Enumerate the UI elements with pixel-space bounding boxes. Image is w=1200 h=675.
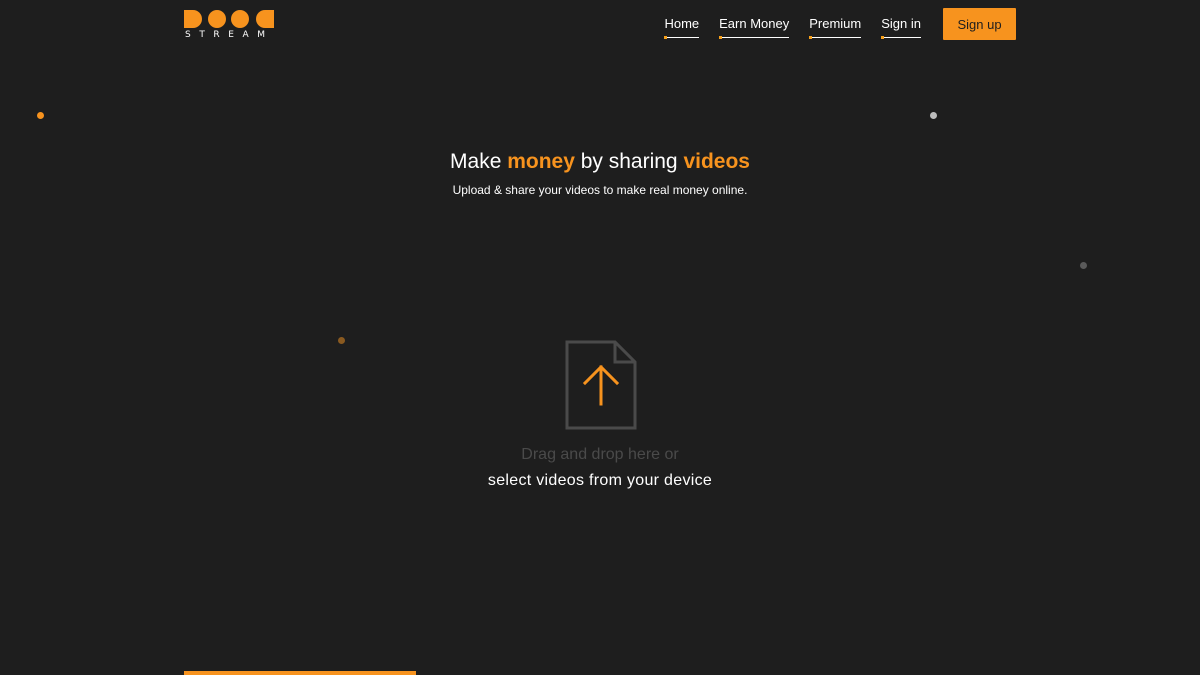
select-videos-link[interactable]: select videos from your device [400,471,800,491]
hero-title: Make money by sharing videos [0,149,1200,175]
nav-indicator-dot [719,36,723,39]
main-nav: Home Earn Money Premium Sign in Sign up [644,8,1016,40]
nav-sign-in-link[interactable]: Sign in [881,16,921,39]
hero-subtitle: Upload & share your videos to make real … [452,183,748,197]
nav-sign-in-label: Sign in [881,16,921,31]
nav-home-label: Home [664,16,700,31]
hero-title-part: by sharing [574,150,684,173]
logo-mark-icon [184,10,274,28]
nav-indicator-dot [881,36,885,39]
nav-indicator-dot [809,36,813,39]
sign-up-button[interactable]: Sign up [943,8,1016,40]
logo-text: STREAM [185,30,274,40]
decorative-dot [338,337,345,344]
nav-earn-money-label: Earn Money [719,16,790,31]
hero-title-part: Make [450,150,508,173]
doodstream-logo[interactable]: STREAM [184,10,274,40]
nav-home-link[interactable]: Home [664,16,700,39]
decorative-dot [1080,262,1087,269]
hero-title-accent: videos [683,150,750,173]
nav-earn-money-link[interactable]: Earn Money [719,16,790,39]
decorative-dot [37,112,44,119]
hero-title-accent: money [507,150,575,173]
bottom-accent-bar [184,671,416,675]
drag-drop-text: Drag and drop here or [521,446,679,463]
nav-premium-link[interactable]: Premium [809,16,862,39]
file-upload-icon [565,340,637,430]
upload-dropzone[interactable]: Drag and drop here or select videos from… [400,330,800,500]
nav-premium-label: Premium [809,16,862,31]
nav-indicator-dot [664,36,668,39]
decorative-dot [930,112,937,119]
page: STREAM Home Earn Money Premium Sign in S… [0,0,1200,675]
